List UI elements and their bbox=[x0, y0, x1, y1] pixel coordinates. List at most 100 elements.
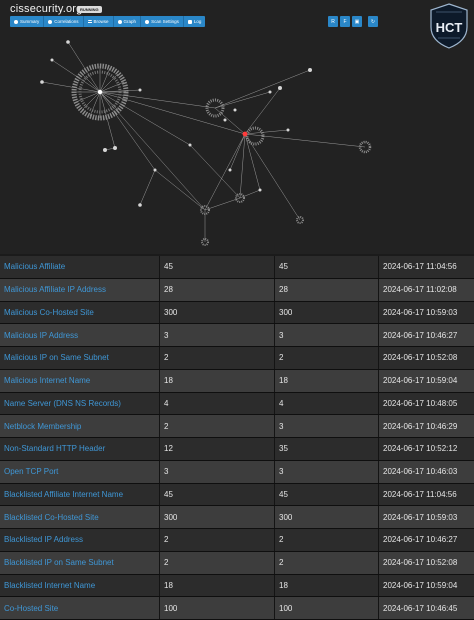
table-row: Non-Standard HTTP Header 12 35 2024-06-17 1… bbox=[0, 438, 474, 461]
tab-log[interactable]: Log bbox=[184, 16, 206, 27]
result-type-link[interactable]: Blacklisted IP Address bbox=[0, 529, 160, 551]
total-count: 300 bbox=[275, 301, 379, 324]
unique-count: 2 bbox=[160, 415, 275, 437]
total-count: 2 bbox=[275, 529, 379, 551]
graph-action-buttons: R F ▣ ↻ bbox=[328, 16, 378, 27]
total-count: 3 bbox=[275, 324, 379, 346]
unique-count: 100 bbox=[160, 597, 275, 619]
last-element-time: 2024-06-17 10:46:45 bbox=[379, 597, 474, 619]
last-element-time: 2024-06-17 10:59:03 bbox=[379, 506, 474, 528]
unique-count: 18 bbox=[160, 369, 275, 392]
scan-graph[interactable] bbox=[0, 30, 474, 254]
unique-count: 3 bbox=[160, 460, 275, 483]
table-row: Name Server (DNS NS Records) 4 4 2024-06-17… bbox=[0, 392, 474, 416]
last-element-time: 2024-06-17 10:52:08 bbox=[379, 551, 474, 574]
result-type-link[interactable]: Blacklisted Internet Name bbox=[0, 574, 160, 597]
last-element-time: 2024-06-17 10:59:03 bbox=[379, 301, 474, 324]
unique-count: 300 bbox=[160, 506, 275, 528]
total-count: 45 bbox=[275, 483, 379, 506]
last-element-time: 2024-06-17 10:59:04 bbox=[379, 574, 474, 597]
unique-count: 2 bbox=[160, 551, 275, 574]
unique-count: 4 bbox=[160, 392, 275, 415]
tab-label: Log bbox=[193, 19, 202, 24]
total-count: 3 bbox=[275, 415, 379, 437]
tab-correlations[interactable]: Correlations bbox=[44, 16, 84, 27]
last-element-time: 2024-06-17 11:02:08 bbox=[379, 278, 474, 301]
table-row: Malicious Co-Hosted Site 300 300 2024-06-17… bbox=[0, 301, 474, 325]
unique-count: 2 bbox=[160, 347, 275, 369]
table-row: Blacklisted IP on Same Subnet 2 2 2024-06-1… bbox=[0, 551, 474, 575]
last-element-time: 2024-06-17 10:46:03 bbox=[379, 460, 474, 483]
table-row: Blacklisted Internet Name 18 18 2024-06-17 … bbox=[0, 574, 474, 598]
last-element-time: 2024-06-17 10:52:12 bbox=[379, 438, 474, 460]
r-button[interactable]: R bbox=[328, 16, 338, 27]
table-row: Malicious Internet Name 18 18 2024-06-17 10… bbox=[0, 369, 474, 393]
result-type-link[interactable]: Open TCP Port bbox=[0, 460, 160, 483]
table-row: Blacklisted Co-Hosted Site 300 300 2024-06-… bbox=[0, 506, 474, 529]
unique-count: 28 bbox=[160, 278, 275, 301]
image-icon: ▣ bbox=[354, 18, 360, 25]
result-type-link[interactable]: Non-Standard HTTP Header bbox=[0, 438, 160, 460]
table-row: Malicious Affiliate 45 45 2024-06-17 11:04:… bbox=[0, 256, 474, 279]
image-button[interactable]: ▣ bbox=[352, 16, 362, 27]
total-count: 18 bbox=[275, 369, 379, 392]
total-count: 18 bbox=[275, 574, 379, 597]
table-row: Blacklisted Affiliate Internet Name 45 45 2… bbox=[0, 483, 474, 507]
result-type-link[interactable]: Name Server (DNS NS Records) bbox=[0, 392, 160, 415]
total-count: 300 bbox=[275, 506, 379, 528]
f-icon: F bbox=[343, 18, 347, 25]
graph-nodes bbox=[40, 40, 372, 246]
scan-header-area: cissecurity.org RUNNING Summary Correlat… bbox=[0, 0, 474, 254]
table-row: Open TCP Port 3 3 2024-06-17 10:46:03 bbox=[0, 460, 474, 484]
result-type-link[interactable]: Malicious Internet Name bbox=[0, 369, 160, 392]
tab-browse[interactable]: Browse bbox=[84, 16, 114, 27]
scan-title: cissecurity.org bbox=[10, 3, 83, 15]
info-icon bbox=[48, 19, 53, 24]
total-count: 28 bbox=[275, 278, 379, 301]
settings-icon bbox=[145, 19, 150, 24]
tab-scan-settings[interactable]: Scan Settings bbox=[141, 16, 184, 27]
table-row: Malicious Affiliate IP Address 28 28 2024-0… bbox=[0, 278, 474, 302]
log-icon bbox=[187, 19, 192, 24]
result-type-link[interactable]: Blacklisted IP on Same Subnet bbox=[0, 551, 160, 574]
refresh-icon: ↻ bbox=[370, 18, 376, 25]
tab-label: Browse bbox=[93, 19, 109, 24]
last-element-time: 2024-06-17 10:52:08 bbox=[379, 347, 474, 369]
total-count: 100 bbox=[275, 597, 379, 619]
graph-icon bbox=[117, 19, 122, 24]
unique-count: 2 bbox=[160, 529, 275, 551]
tab-summary[interactable]: Summary bbox=[10, 16, 45, 27]
total-count: 2 bbox=[275, 347, 379, 369]
result-type-link[interactable]: Blacklisted Co-Hosted Site bbox=[0, 506, 160, 528]
result-type-link[interactable]: Malicious IP on Same Subnet bbox=[0, 347, 160, 369]
unique-count: 18 bbox=[160, 574, 275, 597]
tab-label: Graph bbox=[123, 19, 137, 24]
tab-label: Summary bbox=[20, 19, 40, 24]
result-type-link[interactable]: Malicious Co-Hosted Site bbox=[0, 301, 160, 324]
summary-icon bbox=[14, 19, 18, 24]
unique-count: 12 bbox=[160, 438, 275, 460]
result-type-link[interactable]: Malicious Affiliate IP Address bbox=[0, 278, 160, 301]
last-element-time: 2024-06-17 11:04:56 bbox=[379, 256, 474, 278]
r-icon: R bbox=[331, 18, 335, 25]
result-type-link[interactable]: Malicious IP Address bbox=[0, 324, 160, 346]
refresh-button[interactable]: ↻ bbox=[368, 16, 378, 27]
tab-label: Correlations bbox=[54, 19, 79, 24]
result-type-link[interactable]: Blacklisted Affiliate Internet Name bbox=[0, 483, 160, 506]
tab-label: Scan Settings bbox=[151, 19, 179, 24]
result-type-link[interactable]: Malicious Affiliate bbox=[0, 256, 160, 278]
tab-graph[interactable]: Graph bbox=[114, 16, 142, 27]
unique-count: 45 bbox=[160, 483, 275, 506]
table-row: Malicious IP on Same Subnet 2 2 2024-06-17 … bbox=[0, 347, 474, 370]
unique-count: 3 bbox=[160, 324, 275, 346]
list-icon bbox=[87, 19, 92, 24]
last-element-time: 2024-06-17 10:46:27 bbox=[379, 324, 474, 346]
result-type-link[interactable]: Co-Hosted Site bbox=[0, 597, 160, 619]
f-button[interactable]: F bbox=[340, 16, 350, 27]
total-count: 4 bbox=[275, 392, 379, 415]
table-row: Malicious IP Address 3 3 2024-06-17 10:46:2… bbox=[0, 324, 474, 347]
last-element-time: 2024-06-17 10:48:05 bbox=[379, 392, 474, 415]
total-count: 35 bbox=[275, 438, 379, 460]
result-type-link[interactable]: Netblock Membership bbox=[0, 415, 160, 437]
total-count: 3 bbox=[275, 460, 379, 483]
